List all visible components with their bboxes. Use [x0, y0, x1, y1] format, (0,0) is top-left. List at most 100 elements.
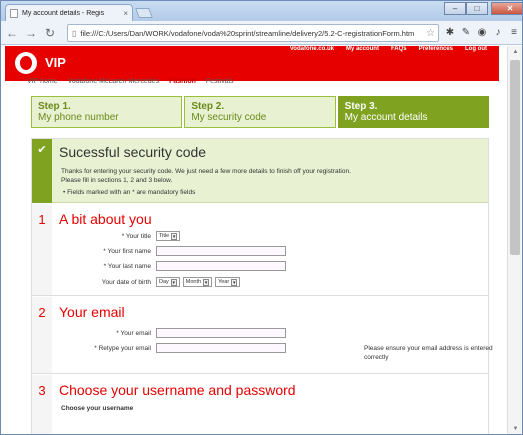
username-heading: Choose your username: [61, 405, 134, 412]
retype-email-row: * Retype your email: [64, 343, 286, 353]
minimize-button[interactable]: –: [444, 2, 466, 15]
last-name-field[interactable]: [156, 261, 286, 271]
dropper-icon[interactable]: ✎: [459, 25, 473, 41]
address-bar[interactable]: ▯ file:///C:/Users/Dan/WORK/vodafone/vod…: [67, 24, 439, 42]
page-viewport: VIP Vodafone.co.uk My account FAQs Prefe…: [1, 46, 522, 434]
top-links: Vodafone.co.uk My account FAQs Preferenc…: [278, 46, 487, 52]
vodafone-logo[interactable]: [15, 52, 37, 74]
close-window-control: ✕: [491, 2, 522, 16]
section-email: 2 Your email * Your email * Retype your …: [32, 297, 493, 374]
microphone-icon[interactable]: ♪: [491, 25, 505, 41]
subnav-vip-home[interactable]: VIP home: [27, 78, 58, 85]
top-link-logout[interactable]: Log out: [465, 46, 487, 52]
title-select[interactable]: Title ▾: [156, 231, 181, 241]
menu-icon[interactable]: ≡: [507, 25, 521, 41]
title-row: * Your title Title ▾: [64, 231, 183, 241]
new-tab-button[interactable]: [135, 8, 153, 18]
browser-tab[interactable]: My account details - Regis ×: [5, 4, 133, 21]
step-label: My phone number: [38, 112, 119, 123]
page-icon: ▯: [72, 28, 77, 38]
retype-email-field[interactable]: [156, 343, 286, 353]
mandatory-note: • Fields marked with an * are mandatory …: [63, 189, 196, 196]
dob-day-select[interactable]: Day ▾: [156, 277, 180, 287]
close-tab-icon[interactable]: ×: [123, 9, 128, 18]
scroll-thumb[interactable]: [510, 60, 520, 255]
step-number: Step 3.: [344, 101, 378, 112]
page-icon: [10, 8, 18, 18]
dob-month-select[interactable]: Month ▾: [182, 277, 213, 287]
step-3: Step 3. My account details: [337, 96, 489, 128]
subnav-festivals[interactable]: Festivals: [206, 78, 234, 85]
toolbar-icons: ✱ ✎ ◉ ♪ ≡: [443, 25, 522, 41]
chevron-down-icon: ▾: [170, 278, 177, 286]
scroll-down-icon[interactable]: ▼: [508, 423, 522, 434]
step-1[interactable]: Step 1. My phone number: [31, 96, 183, 128]
chevron-down-icon: ▾: [203, 278, 210, 286]
section-number: 1: [32, 204, 52, 295]
title-label: * Your title: [121, 232, 151, 240]
chevron-down-icon: ▾: [171, 232, 178, 240]
success-message: Thanks for entering your security code. …: [61, 167, 461, 185]
email-note: Please ensure your email address is ente…: [364, 345, 493, 361]
window-controls: – □: [444, 2, 488, 16]
step-label: My account details: [344, 112, 428, 123]
section-username-password: 3 Choose your username and password Choo…: [32, 375, 488, 434]
success-banner: ✔ Sucessful security code Thanks for ent…: [32, 139, 488, 203]
vodafone-header: VIP Vodafone.co.uk My account FAQs Prefe…: [5, 46, 499, 81]
close-window-button[interactable]: ✕: [491, 2, 522, 15]
forward-icon[interactable]: →: [23, 25, 39, 41]
success-line-1: Thanks for entering your security code. …: [61, 168, 351, 175]
section-title: Your email: [59, 304, 125, 320]
vertical-scrollbar[interactable]: ▲ ▼: [507, 46, 522, 434]
last-name-label: * Your last name: [103, 262, 151, 270]
email-field[interactable]: [156, 328, 286, 338]
subnav-mclaren[interactable]: Vodafone McLaren Mercedes: [68, 78, 159, 85]
section-about-you: 1 A bit about you * Your title Title ▾ * …: [32, 204, 488, 296]
maximize-button[interactable]: □: [466, 2, 488, 15]
sub-nav: VIP home Vodafone McLaren Mercedes Fashi…: [27, 78, 244, 85]
check-icon: ✔: [32, 139, 52, 203]
section-number: 3: [32, 375, 52, 434]
top-link-preferences[interactable]: Preferences: [419, 46, 453, 52]
browser-window: My account details - Regis × – □ ✕ ← → ↻…: [0, 0, 523, 435]
extension-gear-icon[interactable]: ✱: [443, 25, 457, 41]
subnav-fashion[interactable]: Fashion: [169, 78, 196, 85]
dob-month-value: Month: [185, 279, 202, 285]
url-text[interactable]: file:///C:/Users/Dan/WORK/vodafone/voda%…: [80, 29, 426, 38]
email-label: * Your email: [116, 329, 151, 337]
step-number: Step 1.: [38, 101, 71, 112]
dob-year-select[interactable]: Year ▾: [215, 277, 241, 287]
last-name-row: * Your last name: [64, 261, 286, 271]
step-2[interactable]: Step 2. My security code: [184, 96, 336, 128]
top-link-faqs[interactable]: FAQs: [391, 46, 407, 52]
section-number: 2: [32, 297, 52, 373]
first-name-field[interactable]: [156, 246, 286, 256]
title-bar: My account details - Regis × – □ ✕: [1, 1, 522, 21]
brand-title: VIP: [45, 55, 66, 70]
section-title: Choose your username and password: [59, 382, 296, 398]
email-row: * Your email: [64, 328, 286, 338]
retype-email-label: * Retype your email: [94, 344, 151, 352]
first-name-row: * Your first name: [64, 246, 286, 256]
progress-steps: Step 1. My phone number Step 2. My secur…: [31, 96, 489, 128]
registration-form: ✔ Sucessful security code Thanks for ent…: [31, 138, 493, 434]
dob-year-value: Year: [218, 279, 230, 285]
step-label: My security code: [191, 112, 267, 123]
eye-icon[interactable]: ◉: [475, 25, 489, 41]
dob-day-value: Day: [159, 279, 169, 285]
reload-icon[interactable]: ↻: [42, 25, 58, 41]
dob-label: Your date of birth: [101, 278, 151, 286]
top-link-my-account[interactable]: My account: [346, 46, 379, 52]
tab-title: My account details - Regis: [22, 9, 105, 17]
back-icon[interactable]: ←: [4, 25, 20, 41]
success-line-2: Please fill in sections 1, 2 and 3 below…: [61, 177, 173, 184]
success-title: Sucessful security code: [59, 144, 207, 160]
top-link-vodafone[interactable]: Vodafone.co.uk: [290, 46, 334, 52]
title-select-value: Title: [159, 233, 170, 239]
step-number: Step 2.: [191, 101, 225, 112]
dob-row: Your date of birth Day ▾ Month ▾ Year ▾: [64, 277, 243, 287]
chevron-down-icon: ▾: [231, 278, 238, 286]
bookmark-star-icon[interactable]: ☆: [426, 28, 435, 39]
browser-toolbar: ← → ↻ ▯ file:///C:/Users/Dan/WORK/vodafo…: [1, 21, 522, 45]
scroll-up-icon[interactable]: ▲: [508, 46, 522, 58]
